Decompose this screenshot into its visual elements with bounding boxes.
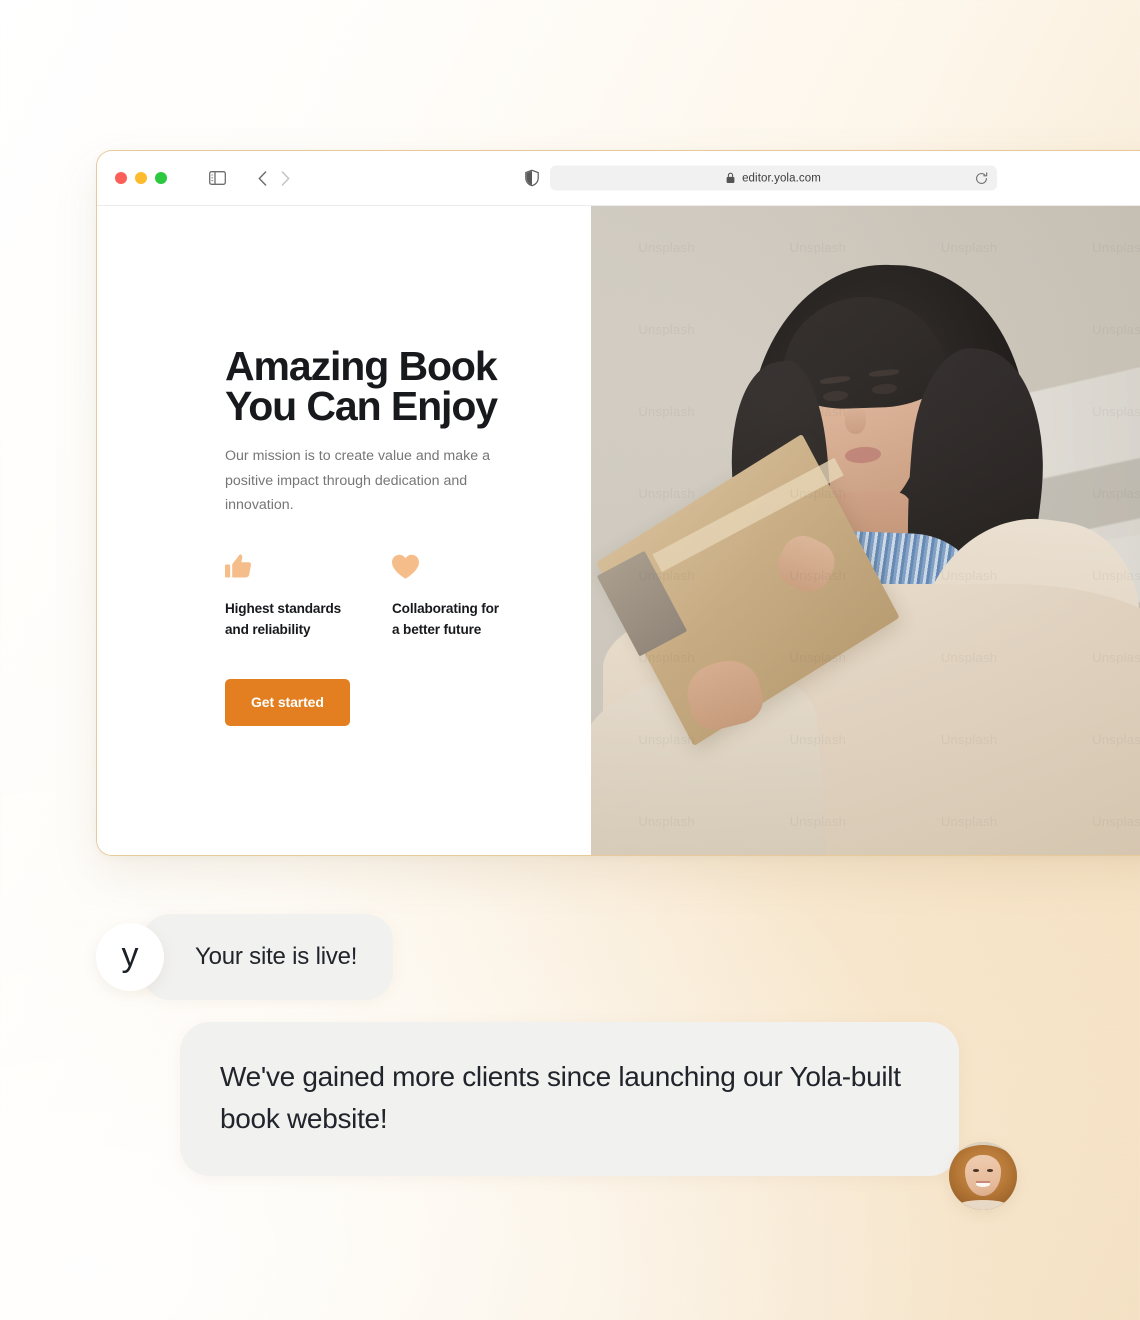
avatar-eye (972, 1169, 979, 1172)
feature-label: Collaborating for a better future (392, 598, 537, 642)
window-controls[interactable] (115, 172, 167, 184)
get-started-button[interactable]: Get started (225, 679, 350, 727)
hero-image: Unsplash Unsplash Unsplash Unsplash Unsp… (591, 206, 1140, 855)
feature-label-line-1: Highest standards (225, 600, 342, 616)
chat-message-row: We've gained more clients since launchin… (180, 1022, 1017, 1210)
feature-label-line-2: and reliability (225, 622, 311, 638)
maximize-window-button[interactable] (155, 172, 167, 184)
chevron-left-icon[interactable] (258, 170, 267, 186)
feature-label: Highest standards and reliability (225, 598, 370, 642)
browser-window: editor.yola.com Amazing Book You Can Enj… (96, 150, 1140, 856)
hero-title-line-2: You Can Enjoy (225, 383, 498, 430)
avatar-eye (987, 1169, 994, 1172)
hero-subtitle: Our mission is to create value and make … (225, 448, 490, 514)
thumbs-up-icon (225, 554, 370, 580)
photo-nose (845, 404, 866, 435)
url-text: editor.yola.com (742, 172, 821, 184)
chevron-right-icon (281, 170, 290, 186)
page-title: Amazing Book You Can Enjoy (225, 343, 525, 430)
address-bar[interactable]: editor.yola.com (550, 165, 997, 191)
chat-section: y Your site is live! We've gained more c… (0, 856, 1140, 1320)
chat-message-row: y Your site is live! (96, 914, 394, 1000)
hero-text-column: Amazing Book You Can Enjoy Our mission i… (97, 206, 591, 855)
feature-list: Highest standards and reliability Collab… (225, 554, 591, 642)
website-preview: Amazing Book You Can Enjoy Our mission i… (97, 206, 1140, 855)
feature-label-line-2: a better future (392, 622, 482, 638)
reload-icon[interactable] (975, 171, 988, 185)
avatar-smile (976, 1180, 990, 1187)
chat-bubble-system: Your site is live! (142, 914, 394, 1000)
lock-icon (726, 172, 735, 184)
user-photo-avatar (949, 1142, 1017, 1210)
feature-label-line-1: Collaborating for (392, 600, 499, 616)
avatar-shoulder (955, 1200, 1011, 1210)
feature-item: Collaborating for a better future (392, 554, 537, 642)
browser-titlebar: editor.yola.com (97, 151, 1140, 206)
navigation-buttons[interactable] (258, 170, 290, 186)
hero-title-line-1: Amazing Book (225, 343, 498, 389)
close-window-button[interactable] (115, 172, 127, 184)
chat-bubble-user: We've gained more clients since launchin… (180, 1022, 959, 1176)
sidebar-toggle-icon[interactable] (209, 171, 226, 185)
heart-icon (392, 554, 537, 580)
yola-logo-avatar: y (96, 923, 164, 991)
shield-privacy-icon[interactable] (525, 169, 539, 187)
feature-item: Highest standards and reliability (225, 554, 370, 642)
minimize-window-button[interactable] (135, 172, 147, 184)
avatar-letter: y (121, 936, 139, 974)
